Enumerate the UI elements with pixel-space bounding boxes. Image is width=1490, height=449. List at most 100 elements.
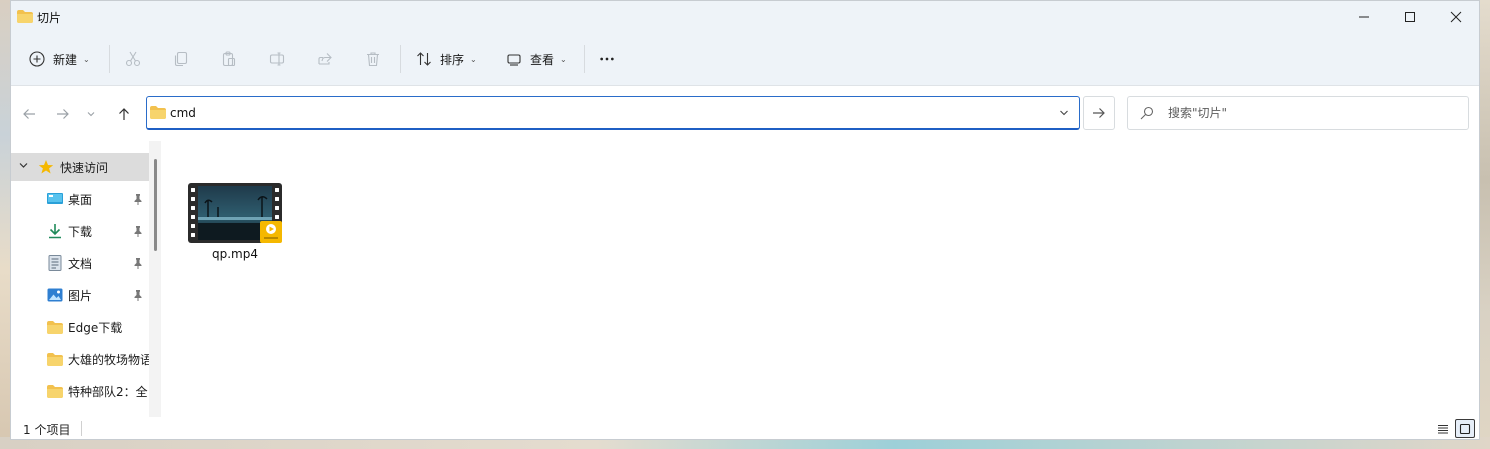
maximize-button[interactable]	[1387, 1, 1433, 33]
sidebar-item-label: 大雄的牧场物语	[68, 352, 149, 367]
chevron-down-icon[interactable]	[17, 161, 29, 173]
view-label: 查看	[530, 52, 555, 67]
desktop-icon	[47, 191, 63, 207]
cut-icon	[125, 51, 141, 67]
large-icons-view-button[interactable]	[1455, 419, 1475, 438]
up-button[interactable]	[112, 104, 136, 124]
paste-button[interactable]	[221, 43, 237, 75]
status-divider	[81, 421, 82, 436]
star-icon	[38, 159, 54, 175]
sort-icon	[416, 51, 432, 67]
cut-button[interactable]	[125, 43, 141, 75]
sidebar-item-documents[interactable]: 文档	[11, 249, 149, 277]
pin-icon[interactable]	[132, 289, 144, 301]
chevron-down-icon: ⌄	[83, 54, 90, 64]
search-icon	[1140, 106, 1154, 120]
share-button[interactable]	[317, 43, 333, 75]
sidebar-item-label: 快速访问	[60, 160, 109, 175]
delete-icon	[365, 51, 381, 67]
more-icon	[599, 51, 615, 67]
title-bar[interactable]: 切片	[11, 1, 1479, 33]
chevron-down-icon: ⌄	[560, 54, 567, 64]
sidebar-item-folder[interactable]: 特种部队2：全	[11, 377, 149, 405]
plus-circle-icon	[29, 51, 45, 67]
picture-icon	[47, 287, 63, 303]
details-view-button[interactable]	[1433, 419, 1453, 438]
file-name: qp.mp4	[212, 247, 258, 261]
file-list-pane[interactable]: qp.mp4	[163, 141, 1479, 417]
view-icon	[506, 51, 522, 67]
toolbar-divider	[584, 45, 585, 73]
delete-button[interactable]	[365, 43, 381, 75]
download-icon	[47, 223, 63, 239]
sidebar-item-label: 下载	[68, 224, 93, 239]
folder-icon	[47, 351, 63, 367]
address-row	[11, 86, 1479, 141]
sidebar-item-downloads[interactable]: 下载	[11, 217, 149, 245]
new-button[interactable]: 新建 ⌄	[29, 43, 90, 75]
copy-icon	[173, 51, 189, 67]
more-button[interactable]	[599, 43, 615, 75]
share-icon	[317, 51, 333, 67]
toolbar-divider	[109, 45, 110, 73]
search-input[interactable]	[1168, 105, 1448, 121]
arrow-right-icon	[1093, 108, 1105, 118]
sidebar-item-quick-access[interactable]: 快速访问	[11, 153, 149, 181]
pin-icon[interactable]	[132, 257, 144, 269]
sidebar-item-desktop[interactable]: 桌面	[11, 185, 149, 213]
file-item[interactable]: qp.mp4	[185, 183, 285, 267]
close-icon	[1450, 11, 1462, 23]
sort-button[interactable]: 排序 ⌄	[416, 43, 477, 75]
sidebar-item-label: 桌面	[68, 192, 93, 207]
arrow-left-icon	[23, 109, 35, 119]
maximize-icon	[1405, 12, 1415, 22]
address-input[interactable]	[170, 104, 1030, 122]
folder-icon	[47, 319, 63, 335]
video-file-icon	[188, 183, 282, 243]
address-bar[interactable]	[146, 96, 1080, 130]
paste-icon	[221, 51, 237, 67]
document-icon	[47, 255, 63, 271]
arrow-right-icon	[57, 109, 69, 119]
pin-icon[interactable]	[132, 193, 144, 205]
explorer-window: 切片 新建 ⌄ 排序 ⌄ 查看 ⌄ cmd 搜索"切片" 快速访问 桌面 下载 …	[10, 0, 1480, 440]
window-title: 切片	[37, 11, 62, 25]
status-bar: 1 个项目	[11, 417, 1479, 439]
rename-button[interactable]	[269, 43, 285, 75]
minimize-button[interactable]	[1341, 1, 1387, 33]
address-history-dropdown[interactable]	[1057, 106, 1071, 120]
pin-icon[interactable]	[132, 225, 144, 237]
sidebar-item-folder[interactable]: 大雄的牧场物语	[11, 345, 149, 373]
copy-button[interactable]	[173, 43, 189, 75]
navigation-pane: 快速访问 桌面 下载 文档 图片 Edge下载 大雄的牧场物语 特种部队2：全	[11, 141, 161, 417]
recent-locations-button[interactable]	[83, 104, 99, 124]
folder-icon	[47, 383, 63, 399]
forward-button[interactable]	[51, 104, 75, 124]
sidebar-scrollbar[interactable]	[149, 141, 161, 417]
sort-label: 排序	[440, 52, 465, 67]
sidebar-item-pictures[interactable]: 图片	[11, 281, 149, 309]
scrollbar-thumb[interactable]	[154, 159, 157, 251]
chevron-down-icon	[87, 112, 95, 117]
close-button[interactable]	[1433, 1, 1479, 33]
tile-view-icon	[1459, 423, 1471, 434]
go-button[interactable]	[1083, 96, 1115, 130]
item-count: 1 个项目	[23, 423, 71, 437]
sidebar-item-label: 图片	[68, 288, 93, 303]
minimize-icon	[1359, 16, 1369, 18]
desktop-wallpaper-left	[0, 0, 10, 449]
sidebar-item-edge-downloads[interactable]: Edge下载	[11, 313, 149, 341]
chevron-down-icon	[1060, 110, 1068, 116]
back-button[interactable]	[17, 104, 41, 124]
sidebar-item-label: 特种部队2：全	[68, 384, 148, 399]
arrow-up-icon	[119, 108, 129, 120]
folder-icon	[17, 10, 33, 23]
toolbar-divider	[400, 45, 401, 73]
search-box[interactable]	[1127, 96, 1469, 130]
sidebar-item-label: Edge下载	[68, 320, 123, 335]
command-bar: 新建 ⌄ 排序 ⌄ 查看 ⌄	[11, 33, 1479, 86]
view-button[interactable]: 查看 ⌄	[506, 43, 567, 75]
sidebar-item-label: 文档	[68, 256, 93, 271]
new-label: 新建	[53, 52, 78, 67]
chevron-down-icon: ⌄	[470, 54, 477, 64]
